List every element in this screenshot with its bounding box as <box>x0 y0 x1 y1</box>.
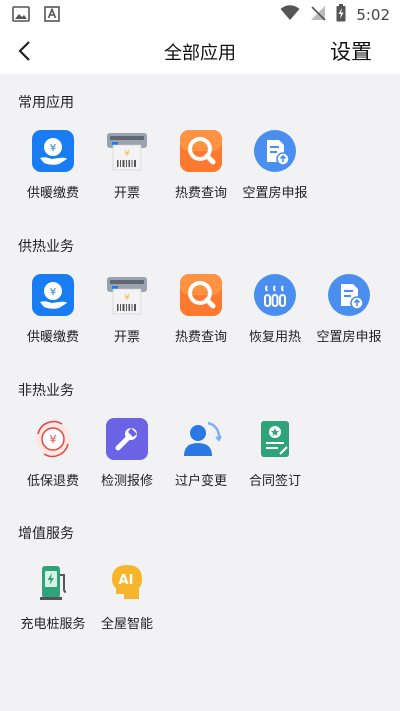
section-title: 供热业务 <box>18 239 74 255</box>
svg-text:¥: ¥ <box>124 149 129 158</box>
heating-payment-icon: ¥ <box>32 130 74 172</box>
app-item[interactable]: AI 全屋智能 <box>90 555 164 641</box>
chevron-left-icon <box>18 41 30 61</box>
battery-charging-icon <box>336 4 346 26</box>
app-grid: 充电桩服务 AI 全屋智能 <box>16 555 164 641</box>
status-bar: 5:02 <box>0 0 400 28</box>
app-item[interactable]: 充电桩服务 <box>16 555 90 641</box>
a-icon <box>44 6 60 26</box>
svg-text:¥: ¥ <box>50 287 56 298</box>
svg-text:¥: ¥ <box>50 143 56 154</box>
contract-sign-icon <box>254 418 296 460</box>
refund-icon: ¥ <box>32 418 74 460</box>
invoice-icon: ¥ <box>106 274 148 316</box>
search-fee-icon <box>180 274 222 316</box>
vacant-room-report-icon <box>254 130 296 172</box>
app-item[interactable]: 恢复用热 <box>238 268 312 354</box>
restore-heating-icon <box>254 274 296 316</box>
app-item-label: 全屋智能 <box>100 617 153 632</box>
app-grid: ¥ 低保退费 检测报修 过户变更 合同签订 <box>16 412 312 498</box>
no-signal-icon <box>310 5 326 25</box>
wifi-icon <box>280 5 300 25</box>
charging-pile-icon <box>32 561 74 603</box>
status-time: 5:02 <box>356 6 390 24</box>
transfer-user-icon <box>180 418 222 460</box>
smart-home-ai-icon: AI <box>106 561 148 603</box>
app-item[interactable]: 检测报修 <box>90 412 164 498</box>
section-title: 常用应用 <box>18 95 74 111</box>
app-item-label: 合同签订 <box>248 474 301 489</box>
svg-text:AI: AI <box>119 573 134 588</box>
app-item[interactable]: ¥ 供暖缴费 <box>16 268 90 354</box>
image-icon <box>12 6 30 26</box>
app-grid: ¥ 供暖缴费 ¥ 开票 热费查询 空置房申报 <box>16 124 312 210</box>
section-title: 非热业务 <box>18 383 74 399</box>
vacant-room-report-icon <box>328 274 370 316</box>
search-fee-icon <box>180 130 222 172</box>
app-item[interactable]: ¥ 低保退费 <box>16 412 90 498</box>
app-item[interactable]: 热费查询 <box>164 268 238 354</box>
svg-text:¥: ¥ <box>124 293 129 302</box>
app-grid: ¥ 供暖缴费 ¥ 开票 热费查询 恢复用热 空置房申报 <box>16 268 386 354</box>
app-item[interactable]: 过户变更 <box>164 412 238 498</box>
app-item-label: 空置房申报 <box>242 186 308 201</box>
app-bar: 全部应用 设置 <box>0 28 400 74</box>
app-item[interactable]: ¥ 供暖缴费 <box>16 124 90 210</box>
svg-text:¥: ¥ <box>50 433 57 446</box>
settings-button[interactable]: 设置 <box>330 36 372 66</box>
app-item[interactable]: ¥ 开票 <box>90 124 164 210</box>
app-item[interactable]: ¥ 开票 <box>90 268 164 354</box>
app-item[interactable]: 空置房申报 <box>312 268 386 354</box>
section-title: 增值服务 <box>18 526 74 542</box>
repair-wrench-icon <box>106 418 148 460</box>
back-button[interactable] <box>8 34 42 68</box>
heating-payment-icon: ¥ <box>32 274 74 316</box>
app-item[interactable]: 合同签订 <box>238 412 312 498</box>
app-item-label: 空置房申报 <box>316 330 382 345</box>
app-item[interactable]: 空置房申报 <box>238 124 312 210</box>
app-item[interactable]: 热费查询 <box>164 124 238 210</box>
invoice-icon: ¥ <box>106 130 148 172</box>
